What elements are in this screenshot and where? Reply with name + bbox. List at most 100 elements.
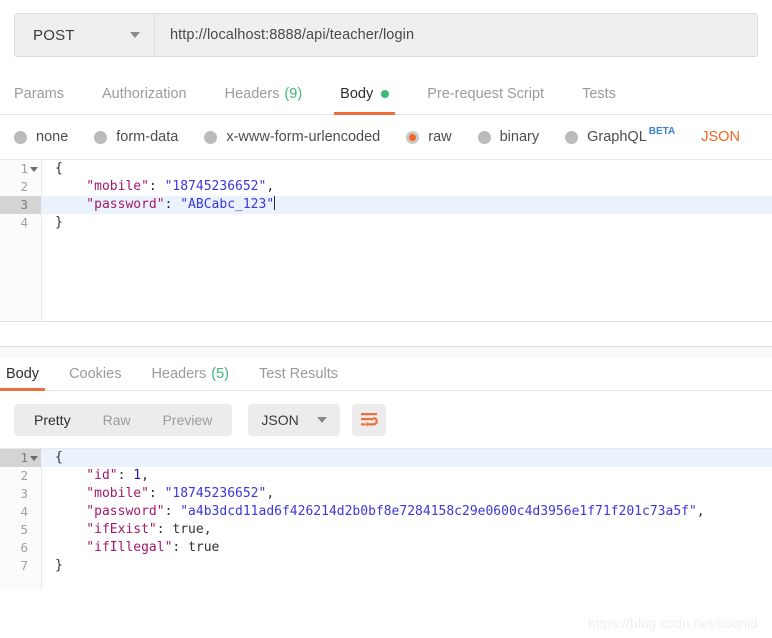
code-text: } <box>41 557 63 575</box>
http-method-select[interactable]: POST <box>15 14 155 56</box>
line-number: 6 <box>20 540 28 555</box>
code-text: } <box>41 214 63 232</box>
response-tab-cookies[interactable]: Cookies <box>69 358 121 390</box>
body-type-none[interactable]: none <box>14 129 68 145</box>
code-token-punc: , <box>203 522 212 537</box>
code-line: 6 "ifIllegal": true <box>0 539 772 557</box>
tab-authorization[interactable]: Authorization <box>102 73 187 114</box>
fold-toggle-icon[interactable] <box>30 167 38 172</box>
body-type-form-data[interactable]: form-data <box>94 129 178 145</box>
wrap-lines-button[interactable] <box>351 403 386 436</box>
response-tab-test-results-label: Test Results <box>259 366 338 382</box>
response-view-pretty[interactable]: Pretty <box>18 404 87 436</box>
code-token-key: "ifIllegal" <box>55 540 173 555</box>
line-number: 4 <box>20 215 28 230</box>
response-view-preview[interactable]: Preview <box>147 404 229 436</box>
response-format-select[interactable]: JSON <box>248 403 340 436</box>
code-text: { <box>41 449 63 467</box>
body-type-raw[interactable]: raw <box>406 129 452 145</box>
tab-headers-count: (9) <box>284 85 303 102</box>
line-number: 5 <box>20 522 28 537</box>
code-line: 3 "mobile": "18745236652", <box>0 485 772 503</box>
tab-params[interactable]: Params <box>14 73 64 114</box>
response-view-segmented-control: Pretty Raw Preview <box>14 403 233 436</box>
code-token-key: "mobile" <box>55 486 149 501</box>
code-token-str: "ABCabc_123" <box>180 197 275 212</box>
raw-format-select[interactable]: JSON <box>701 129 740 145</box>
line-number: 1 <box>0 160 41 178</box>
code-line: 3 "password": "ABCabc_123" <box>0 196 772 214</box>
code-text: "ifExist": true, <box>41 521 212 539</box>
radio-icon <box>204 130 218 144</box>
body-type-urlencoded[interactable]: x-www-form-urlencoded <box>204 129 380 145</box>
body-type-urlencoded-label: x-www-form-urlencoded <box>226 129 381 145</box>
line-number: 2 <box>20 179 28 194</box>
code-token-num: 1 <box>133 468 142 483</box>
request-url-input[interactable]: http://localhost:8888/api/teacher/login <box>155 14 757 56</box>
body-type-form-data-label: form-data <box>116 129 179 145</box>
response-view-raw[interactable]: Raw <box>87 404 147 436</box>
chevron-down-icon <box>130 32 140 38</box>
code-line: 1{ <box>0 449 772 467</box>
tab-body[interactable]: Body <box>334 73 396 115</box>
code-token-key: "id" <box>55 468 118 483</box>
code-text: "id": 1, <box>41 467 149 485</box>
response-tab-headers[interactable]: Headers (5) <box>151 358 229 390</box>
code-token-punc: { <box>55 161 63 176</box>
request-code-lines: 1 {2 "mobile": "18745236652", 3 "password"… <box>0 160 772 232</box>
code-line: 4} <box>0 214 772 232</box>
line-number: 3 <box>20 486 28 501</box>
pane-split-divider[interactable] <box>0 321 772 346</box>
tab-headers[interactable]: Headers (9) <box>225 73 303 114</box>
code-text: "mobile": "18745236652", <box>41 178 274 196</box>
radio-icon <box>477 130 491 144</box>
tab-pre-request-script-label: Pre-request Script <box>427 85 545 102</box>
line-number: 2 <box>20 468 28 483</box>
request-body-editor[interactable]: 1 {2 "mobile": "18745236652", 3 "password"… <box>0 159 772 321</box>
response-body-editor[interactable]: 1{2 "id": 1, 3 "mobile": "18745236652", 4 … <box>0 448 772 590</box>
tab-pre-request-script[interactable]: Pre-request Script <box>427 73 544 114</box>
code-token-punc: , <box>696 504 705 519</box>
code-token-punc: : <box>164 197 181 212</box>
code-token-key: "password" <box>55 504 165 519</box>
tab-headers-label: Headers <box>224 85 280 102</box>
response-tab-body[interactable]: Body <box>0 358 46 391</box>
code-line: 7} <box>0 557 772 575</box>
chevron-down-icon <box>316 416 327 423</box>
response-tab-body-label: Body <box>6 366 40 382</box>
code-token-punc: : <box>172 540 189 555</box>
code-line: 4 "password": "a4b3dcd11ad6f426214d2b0bf… <box>0 503 772 521</box>
code-token-key: "mobile" <box>55 179 149 194</box>
code-line: 5 "ifExist": true, <box>0 521 772 539</box>
tab-params-label: Params <box>14 85 64 102</box>
response-tab-test-results[interactable]: Test Results <box>259 358 338 390</box>
code-line: 2 "id": 1, <box>0 467 772 485</box>
body-type-binary[interactable]: binary <box>477 129 539 145</box>
tab-tests-label: Tests <box>582 85 616 102</box>
wrap-lines-icon <box>360 413 378 427</box>
fold-toggle-icon[interactable] <box>30 456 38 461</box>
line-number: 1 <box>0 449 41 467</box>
code-token-str: "a4b3dcd11ad6f426214d2b0bf8e7284158c29e0… <box>180 504 697 519</box>
code-text: "mobile": "18745236652", <box>41 485 274 503</box>
response-format-label: JSON <box>261 411 299 428</box>
body-type-none-label: none <box>36 129 69 145</box>
response-tab-bar: Body Cookies Headers (5) Test Results <box>0 358 772 391</box>
tab-tests[interactable]: Tests <box>582 73 616 114</box>
response-tab-cookies-label: Cookies <box>69 366 122 382</box>
response-tab-headers-count: (5) <box>211 366 229 382</box>
code-token-punc: : <box>148 486 165 501</box>
body-type-graphql[interactable]: GraphQL BETA <box>565 126 675 145</box>
code-token-punc: { <box>55 450 63 465</box>
body-type-raw-label: raw <box>428 129 452 145</box>
code-text: { <box>41 160 63 178</box>
body-type-graphql-label: GraphQL <box>587 129 647 145</box>
response-code-lines: 1{2 "id": 1, 3 "mobile": "18745236652", 4 … <box>0 449 772 575</box>
radio-icon <box>94 130 108 144</box>
response-pane-top-spacer <box>0 346 772 358</box>
text-cursor <box>274 196 276 210</box>
request-tab-bar: Params Authorization Headers (9) Body Pr… <box>0 73 772 115</box>
code-token-punc: , <box>141 468 149 483</box>
code-token-punc: , <box>266 486 275 501</box>
code-token-punc: : <box>156 522 173 537</box>
